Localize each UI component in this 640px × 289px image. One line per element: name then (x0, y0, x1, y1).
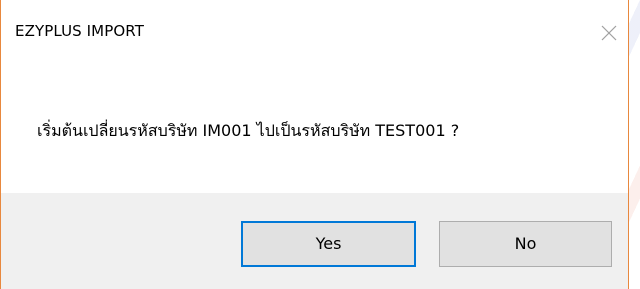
dialog-content: เริ่มต้นเปลี่ยนรหัสบริษัท IM001 ไปเป็นรห… (1, 66, 628, 194)
dialog-title: EZYPLUS IMPORT (15, 22, 144, 40)
close-button[interactable] (594, 18, 624, 48)
no-button[interactable]: No (439, 221, 612, 267)
dialog-message: เริ่มต้นเปลี่ยนรหัสบริษัท IM001 ไปเป็นรห… (37, 121, 460, 140)
dialog-footer: Yes No (1, 193, 628, 289)
close-icon (594, 18, 624, 48)
dialog-titlebar: EZYPLUS IMPORT (1, 0, 628, 66)
message-dialog: EZYPLUS IMPORT เริ่มต้นเปลี่ยนรหัสบริษัท… (0, 0, 629, 289)
yes-button[interactable]: Yes (241, 221, 416, 267)
